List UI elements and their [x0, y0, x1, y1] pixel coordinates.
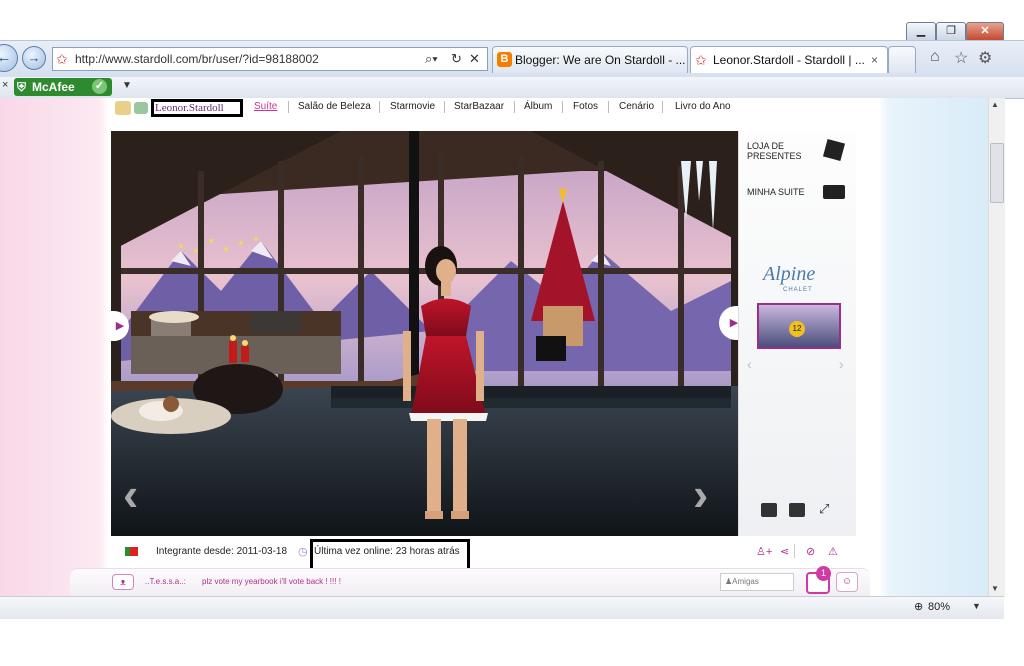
zoom-icon: ⊕: [914, 601, 924, 613]
close-window-button[interactable]: ✕: [966, 22, 1004, 42]
title-bar: [0, 0, 1024, 22]
shield-icon: ⛨: [17, 80, 27, 94]
scroll-down-icon[interactable]: ▼: [991, 584, 999, 593]
last-online: Última vez online: 23 horas atrás: [314, 546, 460, 557]
smiley-icon[interactable]: ☺: [836, 572, 858, 592]
search-icon[interactable]: ⌕▾: [425, 48, 438, 70]
member-since: Integrante desde: 2011-03-18: [156, 546, 288, 557]
mcafee-label: McAfee: [32, 80, 75, 94]
menu-suite[interactable]: Suíte: [254, 101, 277, 113]
suite-icon[interactable]: [823, 185, 845, 199]
favicon-star-icon: ✩: [56, 51, 68, 67]
chevron-down-icon[interactable]: ▼: [122, 80, 132, 91]
menu-separator: [514, 101, 515, 113]
status-icon: [134, 102, 148, 114]
menu-separator: [379, 101, 380, 113]
menu-separator: [288, 101, 289, 113]
status-bar: [0, 596, 1004, 619]
badge-count: 12: [789, 321, 805, 337]
next-arrow-icon[interactable]: ›: [693, 471, 708, 517]
forward-button[interactable]: →: [22, 46, 46, 70]
furniture-icon[interactable]: [789, 503, 805, 517]
tab-blogger[interactable]: B Blogger: We are On Stardoll - ...: [492, 46, 688, 73]
my-suite-link[interactable]: MINHA SUITE: [747, 187, 805, 197]
mcafee-button[interactable]: ⛨ McAfee ✓: [14, 78, 112, 96]
dice-icon[interactable]: [822, 138, 846, 162]
close-toolbar-icon[interactable]: ×: [2, 79, 8, 91]
menu-beauty-salon[interactable]: Salão de Beleza: [298, 101, 371, 113]
address-url: http://www.stardoll.com/br/user/?id=9818…: [75, 52, 319, 66]
footer-separator: [794, 544, 795, 558]
stop-icon[interactable]: ✕: [469, 48, 480, 70]
suite-room[interactable]: ▶ ▶ ‹ ›: [111, 131, 738, 536]
menu-separator: [662, 101, 663, 113]
star-icon: ✩: [695, 52, 707, 68]
friends-field[interactable]: ♟Amigas: [720, 573, 794, 591]
friends-label: Amigas: [732, 577, 759, 586]
gift-shop-link[interactable]: LOJA DE PRESENTES: [747, 141, 807, 161]
room-illustration: [111, 131, 738, 536]
report-icon[interactable]: ⚠: [828, 545, 838, 558]
menu-separator: [562, 101, 563, 113]
chat-icon[interactable]: ᴥ: [112, 574, 134, 590]
fullscreen-icon[interactable]: ⤢: [819, 501, 829, 517]
username[interactable]: Leonor.Stardoll: [155, 102, 224, 114]
menu-separator: [608, 101, 609, 113]
home-icon[interactable]: ⌂: [930, 48, 940, 66]
menu-separator: [444, 101, 445, 113]
address-bar[interactable]: ✩ http://www.stardoll.com/br/user/?id=98…: [52, 47, 488, 71]
menu-yearbook[interactable]: Livro do Ano: [675, 101, 731, 113]
tab-stardoll[interactable]: ✩ Leonor.Stardoll - Stardoll | ... ×: [690, 46, 888, 73]
panel-next-icon[interactable]: ›: [839, 356, 844, 372]
menu-starmovie[interactable]: Starmovie: [390, 101, 435, 113]
notification-badge: 1: [816, 566, 831, 581]
menu-photos[interactable]: Fotos: [573, 101, 598, 113]
tab-label: Leonor.Stardoll - Stardoll | ...: [713, 53, 865, 67]
blogger-icon: B: [497, 52, 512, 67]
scroll-up-icon[interactable]: ▲: [991, 100, 999, 109]
share-icon[interactable]: ⋖: [780, 545, 789, 558]
zoom-dropdown-icon[interactable]: ▼: [972, 601, 981, 611]
friends-icon: ♟: [725, 577, 733, 586]
close-tab-icon[interactable]: ×: [871, 47, 878, 73]
avatar-icon: [115, 101, 131, 115]
tab-label: Blogger: We are On Stardoll - ...: [515, 53, 686, 67]
toolbar: [0, 77, 1024, 99]
gear-icon[interactable]: ⚙: [978, 48, 992, 68]
favorites-star-icon[interactable]: ☆: [954, 48, 968, 68]
block-icon[interactable]: ⊘: [806, 545, 815, 558]
zoom-level[interactable]: 80%: [928, 601, 950, 613]
check-icon: ✓: [92, 79, 107, 94]
clock-icon: ◷: [298, 546, 308, 558]
theme-logo: Alpine: [763, 263, 816, 285]
scroll-thumb[interactable]: [990, 143, 1004, 203]
menu-album[interactable]: Álbum: [524, 101, 552, 113]
restore-button[interactable]: ❐: [936, 22, 966, 42]
theme-subtitle: CHALET: [783, 287, 813, 293]
portugal-flag-icon: [125, 547, 138, 556]
side-panel: LOJA DE PRESENTES MINHA SUITE Alpine CHA…: [738, 131, 856, 536]
new-tab-button[interactable]: [888, 46, 916, 73]
minimize-button[interactable]: ▁: [906, 22, 936, 42]
menu-starbazaar[interactable]: StarBazaar: [454, 101, 504, 113]
refresh-icon[interactable]: ↻: [451, 48, 462, 70]
previous-arrow-icon[interactable]: ‹: [123, 471, 138, 517]
chat-message: plz vote my yearbook i'll vote back ! !!…: [202, 577, 341, 586]
camera-icon[interactable]: [761, 503, 777, 517]
menu-scenery[interactable]: Cenário: [619, 101, 654, 113]
add-friend-icon[interactable]: ♙+: [756, 545, 772, 558]
chat-user[interactable]: ..T.e.s.s.a..:: [145, 577, 186, 586]
panel-prev-icon[interactable]: ‹: [747, 356, 752, 372]
